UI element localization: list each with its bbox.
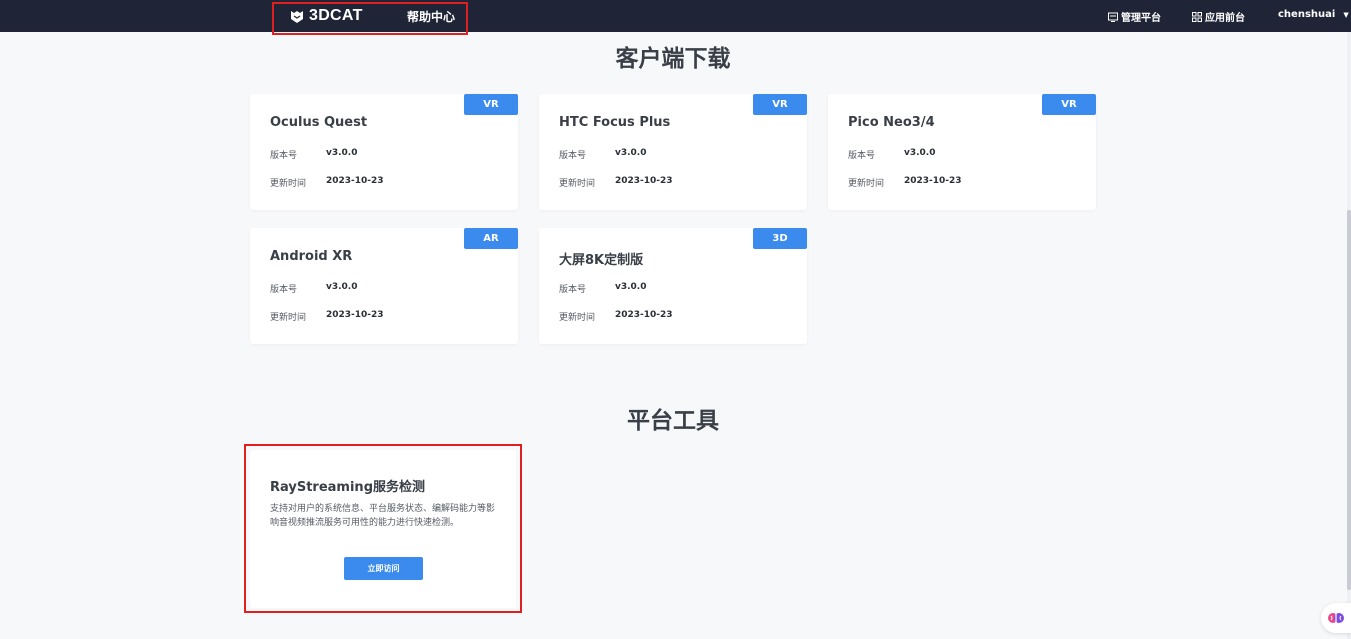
client-name: HTC Focus Plus: [559, 115, 671, 130]
updated-row: 更新时间 2023-10-23: [270, 310, 384, 323]
apps-grid-icon: [1192, 11, 1202, 22]
version-row: 版本号 v3.0.0: [270, 148, 358, 161]
updated-label: 更新时间: [559, 179, 596, 189]
client-card-oculus-quest[interactable]: VR Oculus Quest 版本号 v3.0.0 更新时间 2023-10-…: [250, 94, 518, 210]
nav-admin-label: 管理平台: [1121, 13, 1161, 24]
scrollbar-thumb[interactable]: [1347, 210, 1351, 590]
version-value: v3.0.0: [326, 282, 358, 292]
client-name: Pico Neo3/4: [848, 115, 935, 130]
updated-label: 更新时间: [559, 313, 596, 323]
platform-tag: VR: [464, 94, 518, 115]
highlight-box-tool: [244, 444, 522, 613]
top-nav-bar: 3DCAT 帮助中心 管理平台 应用前台 chenshuai ▼: [0, 0, 1351, 32]
version-label: 版本号: [559, 151, 587, 161]
nav-apps-label: 应用前台: [1205, 13, 1245, 24]
updated-label: 更新时间: [270, 313, 307, 323]
client-card-8k-custom[interactable]: 3D 大屏8K定制版 版本号 v3.0.0 更新时间 2023-10-23: [539, 228, 807, 344]
updated-value: 2023-10-23: [615, 176, 673, 186]
updated-value: 2023-10-23: [615, 310, 673, 320]
client-name: 大屏8K定制版: [559, 253, 644, 268]
version-row: 版本号 v3.0.0: [559, 282, 647, 295]
platform-tag: VR: [1042, 94, 1096, 115]
version-label: 版本号: [559, 285, 587, 295]
user-menu[interactable]: chenshuai ▼: [1278, 9, 1349, 20]
version-value: v3.0.0: [326, 148, 358, 158]
client-name: Oculus Quest: [270, 115, 368, 130]
version-value: v3.0.0: [615, 148, 647, 158]
version-label: 版本号: [270, 151, 298, 161]
platform-tag: AR: [464, 228, 518, 249]
client-card-htc-focus-plus[interactable]: VR HTC Focus Plus 版本号 v3.0.0 更新时间 2023-1…: [539, 94, 807, 210]
nav-admin-platform[interactable]: 管理平台: [1108, 9, 1161, 24]
version-row: 版本号 v3.0.0: [270, 282, 358, 295]
updated-row: 更新时间 2023-10-23: [559, 176, 673, 189]
assistant-brain-icon: [1328, 613, 1344, 623]
highlight-box-header: [272, 2, 468, 35]
updated-row: 更新时间 2023-10-23: [848, 176, 962, 189]
updated-value: 2023-10-23: [904, 176, 962, 186]
platform-tag: 3D: [753, 228, 807, 249]
client-card-pico-neo[interactable]: VR Pico Neo3/4 版本号 v3.0.0 更新时间 2023-10-2…: [828, 94, 1096, 210]
updated-label: 更新时间: [848, 179, 885, 189]
updated-value: 2023-10-23: [326, 310, 384, 320]
updated-value: 2023-10-23: [326, 176, 384, 186]
updated-label: 更新时间: [270, 179, 307, 189]
updated-row: 更新时间 2023-10-23: [559, 310, 673, 323]
version-row: 版本号 v3.0.0: [848, 148, 936, 161]
caret-down-icon: ▼: [1343, 10, 1349, 19]
updated-row: 更新时间 2023-10-23: [270, 176, 384, 189]
nav-app-frontend[interactable]: 应用前台: [1192, 9, 1245, 24]
version-value: v3.0.0: [904, 148, 936, 158]
section-title-download: 客户端下载: [615, 46, 731, 72]
admin-panel-icon: [1108, 12, 1118, 22]
assistant-widget[interactable]: [1321, 603, 1351, 633]
version-value: v3.0.0: [615, 282, 647, 292]
version-label: 版本号: [848, 151, 876, 161]
username: chenshuai: [1278, 9, 1336, 20]
client-card-android-xr[interactable]: AR Android XR 版本号 v3.0.0 更新时间 2023-10-23: [250, 228, 518, 344]
section-title-tools: 平台工具: [627, 408, 719, 434]
platform-tag: VR: [753, 94, 807, 115]
client-name: Android XR: [270, 249, 353, 264]
version-row: 版本号 v3.0.0: [559, 148, 647, 161]
version-label: 版本号: [270, 285, 298, 295]
